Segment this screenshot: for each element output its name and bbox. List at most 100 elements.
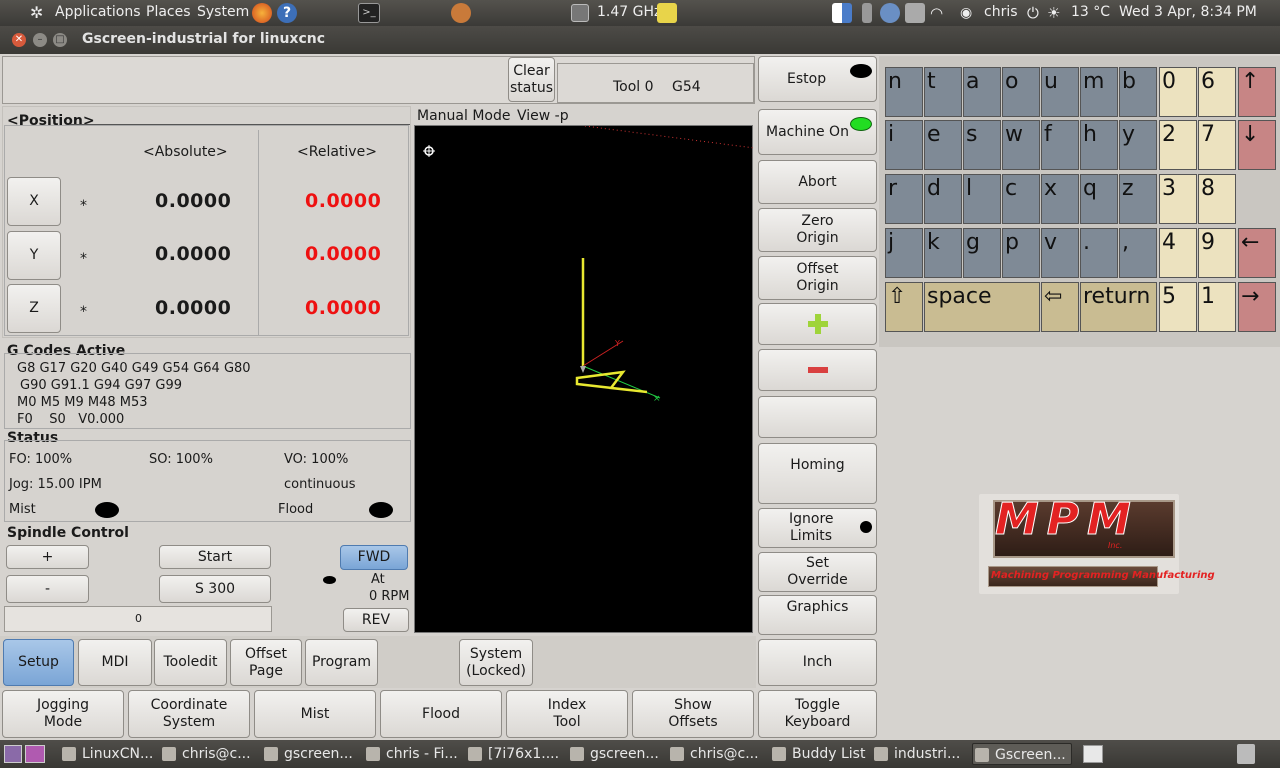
key-w[interactable]: w: [1002, 120, 1040, 170]
key-e[interactable]: e: [924, 120, 962, 170]
key-j[interactable]: j: [885, 228, 923, 278]
menu-applications[interactable]: Applications: [55, 3, 141, 21]
indicator-icon[interactable]: [832, 3, 852, 23]
toolpath-preview[interactable]: Y ×: [414, 125, 755, 633]
key-d[interactable]: d: [924, 174, 962, 224]
spindle-plus-button[interactable]: +: [6, 545, 89, 569]
clock[interactable]: Wed 3 Apr, 8:34 PM: [1119, 3, 1257, 21]
wifi-icon[interactable]: ◠: [930, 3, 950, 23]
user-icon[interactable]: ◉: [960, 3, 980, 23]
zero-origin-button[interactable]: Zero Origin: [758, 208, 877, 252]
taskbar-item-7i76[interactable]: [7i76x1....: [466, 743, 561, 765]
gimp-icon[interactable]: [451, 3, 471, 23]
taskbar-item-linuxcnc[interactable]: LinuxCN...: [60, 743, 155, 765]
power-icon[interactable]: ⏻: [1027, 3, 1047, 23]
inch-button[interactable]: Inch: [758, 639, 877, 686]
key-right-arrow[interactable]: →: [1238, 282, 1276, 332]
ubuntu-logo-icon[interactable]: ✲: [30, 3, 50, 23]
key-v[interactable]: v: [1041, 228, 1079, 278]
key-h[interactable]: h: [1080, 120, 1118, 170]
key-u[interactable]: u: [1041, 67, 1079, 117]
key-9[interactable]: 9: [1198, 228, 1236, 278]
show-desktop-icon[interactable]: [4, 745, 22, 763]
key-i[interactable]: i: [885, 120, 923, 170]
increase-button[interactable]: [758, 303, 877, 345]
key-g[interactable]: g: [963, 228, 1001, 278]
blank-button[interactable]: [758, 396, 877, 438]
taskbar-item-terminal-1[interactable]: chris@c...: [160, 743, 255, 765]
spindle-speed-button[interactable]: S 300: [159, 575, 271, 603]
taskbar-item-gscreen-2[interactable]: gscreen...: [568, 743, 663, 765]
key-b[interactable]: b: [1119, 67, 1157, 117]
tab-setup[interactable]: Setup: [3, 639, 74, 686]
clear-status-button[interactable]: Clear status: [508, 57, 555, 102]
show-offsets-button[interactable]: Show Offsets: [632, 690, 754, 738]
tab-system[interactable]: System (Locked): [459, 639, 533, 686]
key-comma[interactable]: ,: [1119, 228, 1157, 278]
key-q[interactable]: q: [1080, 174, 1118, 224]
spindle-fwd-button[interactable]: FWD: [340, 545, 408, 570]
taskbar-item-buddy-list[interactable]: Buddy List: [770, 743, 868, 765]
set-override-button[interactable]: Set Override: [758, 552, 877, 592]
key-return[interactable]: return: [1080, 282, 1157, 332]
key-period[interactable]: .: [1080, 228, 1118, 278]
jogging-mode-button[interactable]: Jogging Mode: [2, 690, 124, 738]
flood-button[interactable]: Flood: [380, 690, 502, 738]
coordinate-system-button[interactable]: Coordinate System: [128, 690, 250, 738]
window-icon[interactable]: [1083, 745, 1103, 763]
key-l[interactable]: l: [963, 174, 1001, 224]
key-n[interactable]: n: [885, 67, 923, 117]
key-shift[interactable]: ⇧: [885, 282, 923, 332]
key-7[interactable]: 7: [1198, 120, 1236, 170]
graphics-button[interactable]: Graphics: [758, 595, 877, 635]
key-4[interactable]: 4: [1159, 228, 1197, 278]
taskbar-item-gscreen-1[interactable]: gscreen...: [262, 743, 357, 765]
key-f[interactable]: f: [1041, 120, 1079, 170]
spindle-minus-button[interactable]: -: [6, 575, 89, 603]
taskbar-item-gscreen-active[interactable]: Gscreen...: [972, 743, 1072, 765]
close-icon[interactable]: ✕: [12, 33, 26, 47]
axis-y-button[interactable]: Y: [7, 231, 61, 280]
taskbar-item-terminal-2[interactable]: chris@c...: [668, 743, 763, 765]
key-3[interactable]: 3: [1159, 174, 1197, 224]
tab-mdi[interactable]: MDI: [78, 639, 152, 686]
spindle-rev-button[interactable]: REV: [343, 608, 409, 632]
key-space[interactable]: space: [924, 282, 1040, 332]
notes-icon[interactable]: [657, 3, 677, 23]
key-0[interactable]: 0: [1159, 67, 1197, 117]
key-p[interactable]: p: [1002, 228, 1040, 278]
sync-icon[interactable]: [880, 3, 900, 23]
key-y[interactable]: y: [1119, 120, 1157, 170]
key-8[interactable]: 8: [1198, 174, 1236, 224]
key-left-arrow[interactable]: ←: [1238, 228, 1276, 278]
tab-program[interactable]: Program: [305, 639, 378, 686]
mist-button[interactable]: Mist: [254, 690, 376, 738]
terminal-icon[interactable]: >_: [358, 3, 380, 23]
key-up-arrow[interactable]: ↑: [1238, 67, 1276, 117]
window-titlebar[interactable]: ✕ – □ Gscreen-industrial for linuxcnc: [0, 26, 1280, 54]
menu-system[interactable]: System: [197, 3, 249, 21]
key-c[interactable]: c: [1002, 174, 1040, 224]
taskbar-item-industrial[interactable]: industri...: [872, 743, 967, 765]
key-r[interactable]: r: [885, 174, 923, 224]
ignore-limits-button[interactable]: Ignore Limits: [758, 508, 877, 548]
spindle-start-button[interactable]: Start: [159, 545, 271, 569]
key-k[interactable]: k: [924, 228, 962, 278]
estop-button[interactable]: Estop: [758, 56, 877, 102]
menu-places[interactable]: Places: [146, 3, 191, 21]
key-m[interactable]: m: [1080, 67, 1118, 117]
display-icon[interactable]: [905, 3, 925, 23]
user-name[interactable]: chris: [984, 3, 1018, 21]
homing-button[interactable]: Homing: [758, 443, 877, 504]
maximize-icon[interactable]: □: [53, 33, 67, 47]
key-backspace[interactable]: ⇦: [1041, 282, 1079, 332]
key-x[interactable]: x: [1041, 174, 1079, 224]
key-t[interactable]: t: [924, 67, 962, 117]
key-2[interactable]: 2: [1159, 120, 1197, 170]
key-o[interactable]: o: [1002, 67, 1040, 117]
tab-tooledit[interactable]: Tooledit: [154, 639, 227, 686]
axis-x-button[interactable]: X: [7, 177, 61, 226]
firefox-icon[interactable]: [252, 3, 272, 23]
axis-z-button[interactable]: Z: [7, 284, 61, 333]
minimize-icon[interactable]: –: [33, 33, 47, 47]
